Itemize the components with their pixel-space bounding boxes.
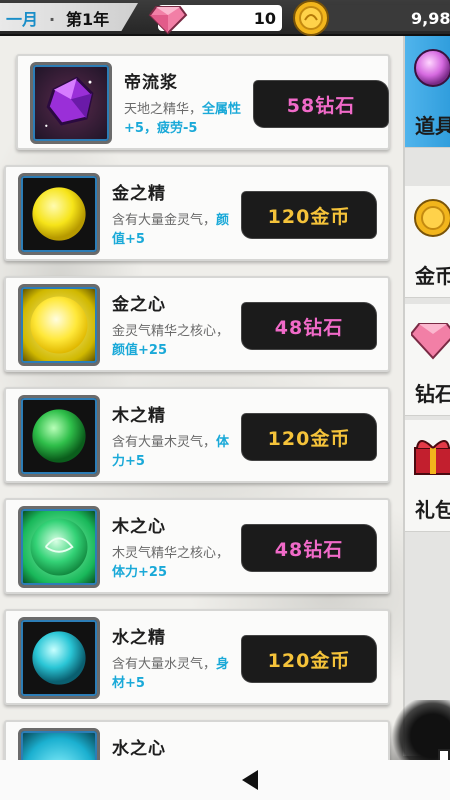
item-description: 木灵气精华之核心， 体力+25 [112, 544, 236, 582]
diamond-icon [148, 6, 188, 35]
item-name: 金之精 [112, 184, 166, 204]
description-text: 金灵气精华之核心， [112, 324, 230, 339]
item-description: 含有大量木灵气，体力+5 [112, 433, 236, 471]
coin-icon [293, 0, 329, 36]
back-icon[interactable] [236, 766, 264, 794]
coin-count: 9,98 [411, 9, 450, 28]
description-text: 木灵气精华之核心， [112, 546, 230, 561]
item-description: 含有大量水灵气，身材+5 [112, 655, 236, 693]
diamond-icon [411, 323, 450, 360]
green-orb-icon [32, 409, 86, 463]
buy-button[interactable]: 58钻石 [254, 81, 388, 127]
orb-icon [414, 49, 450, 87]
top-status-bar: 一月 . 第1年 10 9,98 [0, 0, 450, 36]
buy-button[interactable]: 120金币 [242, 192, 376, 238]
item-thumbnail [18, 395, 100, 477]
item-description: 含有大量金灵气，颜值+5 [112, 211, 236, 249]
item-name: 水之心 [112, 739, 166, 759]
item-thumbnail [18, 284, 100, 366]
system-nav-bar [0, 760, 450, 800]
description-text: 天地之精华， [124, 102, 203, 117]
item-name: 水之精 [112, 628, 166, 648]
gift-icon [414, 440, 450, 475]
item-thumbnail [18, 617, 100, 699]
year-label: 第1年 [66, 10, 110, 29]
item-name: 金之心 [112, 295, 166, 315]
tab-label: 道具 [415, 114, 450, 138]
tab-items[interactable]: 道具 [405, 36, 450, 148]
item-description: 天地之精华，全属性+5，疲劳-5 [124, 100, 248, 138]
list-item: 金之心 金灵气精华之核心， 颜值+25 48钻石 [4, 276, 390, 372]
item-thumbnail [30, 62, 112, 144]
list-item: 木之心 木灵气精华之核心， 体力+25 48钻石 [4, 498, 390, 594]
buy-button[interactable]: 48钻石 [242, 303, 376, 349]
gem-count: 10 [253, 9, 276, 28]
tab-coins[interactable]: 金币 [405, 186, 450, 298]
tab-label: 金币 [415, 264, 450, 288]
tab-diamonds[interactable]: 钻石 [405, 304, 450, 416]
description-text: 含有大量水灵气， [112, 657, 217, 672]
item-name: 木之精 [112, 406, 166, 426]
description-effect: 颜值+25 [112, 343, 167, 358]
buy-button[interactable]: 120金币 [242, 414, 376, 460]
date-separator: . [49, 6, 56, 25]
item-list: 帝流浆 天地之精华，全属性+5，疲劳-5 58钻石 金之精 含有大量金灵气，颜值… [4, 54, 390, 795]
yellow-glow-orb-icon [30, 296, 88, 354]
tab-label: 钻石 [415, 382, 450, 406]
description-text: 含有大量金灵气， [112, 213, 217, 228]
category-tabs: 道具 金币 钻石 礼包 [403, 36, 450, 756]
month-label: 一月 [6, 10, 39, 29]
tab-label: 礼包 [415, 498, 450, 522]
description-text: 含有大量木灵气， [112, 435, 217, 450]
yellow-orb-icon [32, 187, 86, 241]
list-item: 金之精 含有大量金灵气，颜值+5 120金币 [4, 165, 390, 261]
item-thumbnail [18, 173, 100, 255]
item-name: 帝流浆 [124, 73, 178, 93]
description-effect: 体力+25 [112, 565, 167, 580]
tab-gifts[interactable]: 礼包 [405, 420, 450, 532]
cyan-orb-icon [32, 631, 86, 685]
item-description: 金灵气精华之核心， 颜值+25 [112, 322, 236, 360]
purple-gem-icon [45, 76, 94, 127]
list-item: 帝流浆 天地之精华，全属性+5，疲劳-5 58钻石 [16, 54, 390, 150]
green-glow-orb-icon [30, 518, 88, 576]
buy-button[interactable]: 120金币 [242, 636, 376, 682]
item-name: 木之心 [112, 517, 166, 537]
item-thumbnail [18, 506, 100, 588]
list-item: 木之精 含有大量木灵气，体力+5 120金币 [4, 387, 390, 483]
buy-button[interactable]: 48钻石 [242, 525, 376, 571]
coin-icon [414, 199, 450, 237]
list-item: 水之精 含有大量水灵气，身材+5 120金币 [4, 609, 390, 705]
coin-counter[interactable]: 9,98 [318, 5, 450, 31]
